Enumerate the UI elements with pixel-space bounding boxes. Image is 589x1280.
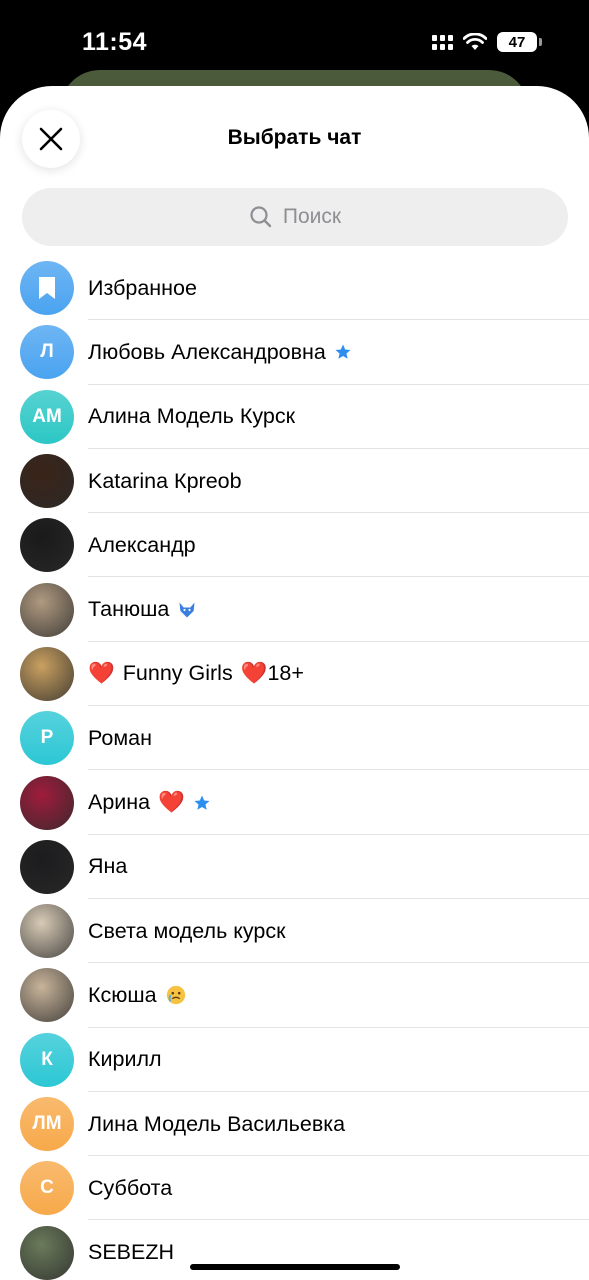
avatar [20,839,74,894]
chat-row[interactable]: Л Любовь Александровна [0,320,589,385]
status-indicators: 47 [432,32,542,52]
chat-row[interactable]: Избранное [0,256,589,321]
wifi-icon [463,33,487,51]
chat-name: Ксюша [88,983,187,1008]
avatar-initials: АМ [32,405,62,427]
saved-messages-avatar [20,261,74,316]
chat-name: Танюша [88,597,197,622]
avatar [20,582,74,637]
chat-name: Роман [88,726,152,751]
chat-name: Света модель курск [88,919,286,944]
search-input[interactable]: Поиск [22,188,568,246]
select-chat-sheet: Выбрать чат Поиск Избранное Л Любовь Алекс… [0,86,589,1280]
chat-name-text: Алина Модель Курск [88,404,295,429]
screen: 11:54 47 Выбрать чат Поиск Избранное Л Л… [0,0,589,1280]
bookmark-icon [39,277,55,300]
chat-name: Александр [88,533,196,558]
chat-name: Яна [88,854,127,879]
chat-name-text: Кирилл [88,1047,162,1072]
sheet-title: Выбрать чат [227,126,362,149]
chat-row[interactable]: Яна [0,835,589,899]
chat-name-text: Света модель курск [88,918,286,943]
chat-name: Лина Модель Васильевка [88,1112,345,1137]
star-icon [193,794,211,812]
signal-icon [432,34,453,50]
chat-name: Katarina Кpreob [88,469,242,494]
chat-name: ❤️ Funny Girls ❤️18+ [88,661,304,686]
chat-row[interactable]: Ксюша [0,963,589,1028]
chat-name-text: Танюша [88,597,170,622]
crying-emoji-icon [165,984,187,1006]
chat-row[interactable]: ❤️ Funny Girls ❤️18+ [0,642,589,707]
avatar: К [20,1032,74,1087]
chat-row[interactable]: Александр [0,513,589,578]
avatar: С [20,1161,74,1216]
chat-name-text: Суббота [88,1175,173,1200]
chat-row[interactable]: АМ Алина Модель Курск [0,385,589,449]
avatar [20,968,74,1023]
chat-name: Арина ❤️ [88,790,211,815]
avatar-initials: С [40,1177,54,1199]
chat-name: Алина Модель Курск [88,404,295,429]
battery-icon: 47 [497,32,542,52]
chat-name: Избранное [88,276,197,301]
fox-icon [177,600,197,620]
home-indicator [190,1264,400,1270]
search-icon [250,206,272,228]
chat-name-suffix: ❤️ [158,790,185,815]
chat-list: Избранное Л Любовь Александровна АМ Алина Мо… [0,256,589,1280]
avatar: АМ [20,389,74,444]
avatar: Р [20,711,74,766]
avatar [20,518,74,573]
chat-name-text: Яна [88,854,128,879]
chat-name-text: SEBEZH [88,1240,175,1265]
chat-name-text: Роман [88,725,152,750]
chat-row[interactable]: SEBEZH [0,1220,589,1280]
chat-name-text: Александр [88,532,196,557]
chat-name: SEBEZH [88,1240,174,1265]
chat-row[interactable]: Р Роман [0,706,589,771]
chat-name: Суббота [88,1176,172,1201]
avatar [20,775,74,830]
chat-row[interactable]: Света модель курск [0,899,589,964]
chat-name-text: Арина [88,790,151,815]
chat-name-suffix: ❤️18+ [240,661,304,686]
chat-row[interactable]: Katarina Кpreob [0,449,589,514]
avatar-initials: ЛМ [32,1113,62,1134]
avatar: ЛМ [20,1097,74,1151]
avatar-initials: К [41,1048,53,1070]
chat-name: Любовь Александровна [88,340,352,365]
chat-name-text: Katarina Кpreob [88,468,242,493]
avatar [20,904,74,959]
avatar: Л [20,325,74,380]
star-icon [334,343,352,361]
heart-emoji: ❤️ [88,661,115,686]
avatar-initials: Р [40,727,54,749]
chat-name-text: Funny Girls [122,661,233,686]
status-time: 11:54 [82,28,148,56]
chat-row[interactable]: ЛМ Лина Модель Васильевка [0,1092,589,1157]
avatar [20,454,74,509]
chat-name-text: Лина Модель Васильевка [88,1111,346,1136]
search-placeholder: Поиск [282,205,342,228]
chat-name-text: Любовь Александровна [88,339,326,364]
chat-name: Кирилл [88,1047,162,1072]
chat-row[interactable]: К Кирилл [0,1028,589,1092]
avatar [20,1225,74,1280]
chat-row[interactable]: Танюша [0,577,589,642]
chat-row[interactable]: Арина ❤️ [0,770,589,835]
chat-name-text: Избранное [88,275,197,300]
avatar [20,646,74,701]
chat-row[interactable]: С Суббота [0,1156,589,1221]
chat-name-text: Ксюша [88,982,157,1007]
avatar-initials: Л [40,341,54,363]
